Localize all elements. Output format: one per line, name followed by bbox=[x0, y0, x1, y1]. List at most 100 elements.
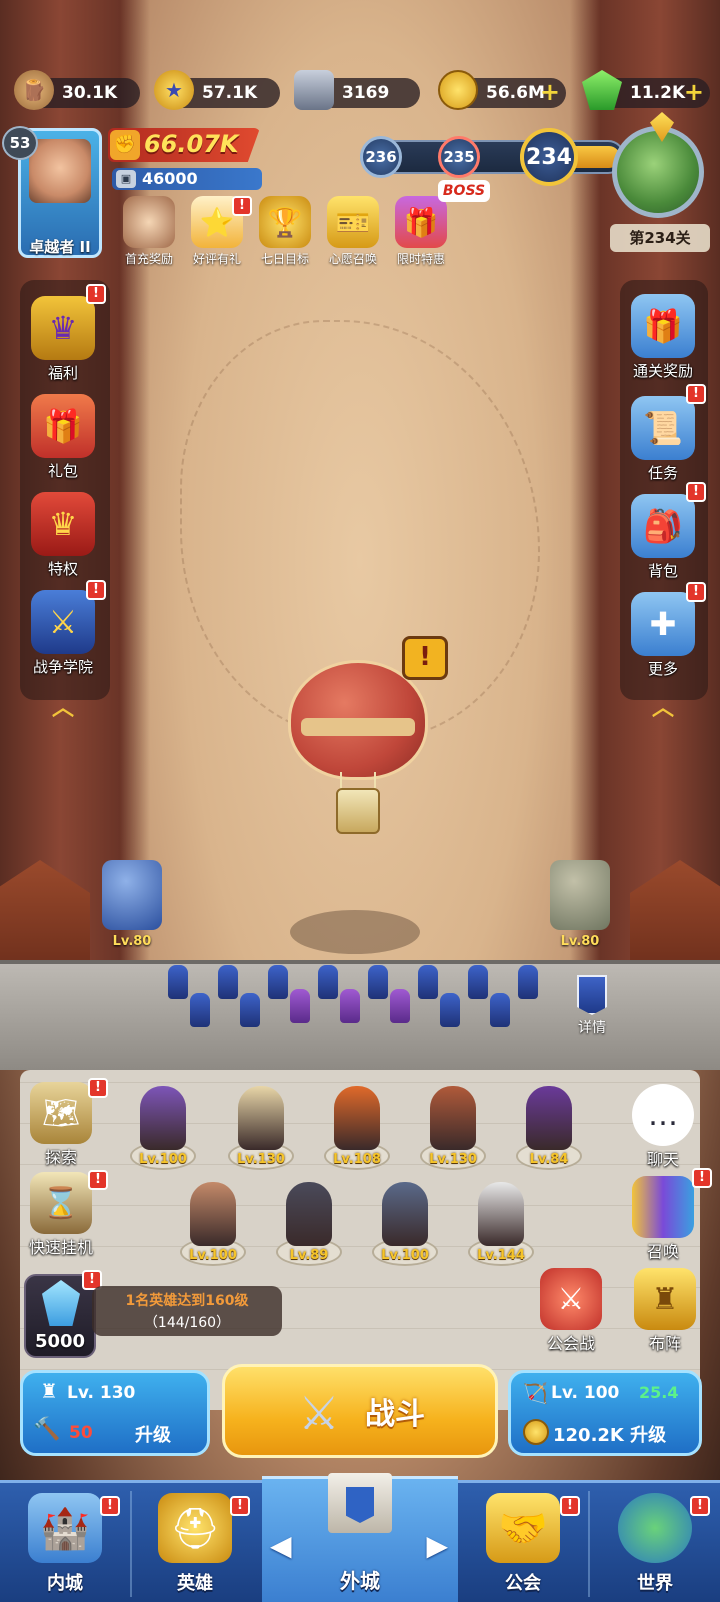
avatar bbox=[29, 139, 91, 203]
resource-gems[interactable]: 11.2K + bbox=[582, 70, 710, 110]
collapse-right-menu-icon[interactable]: ︿ bbox=[646, 698, 680, 720]
player-level-badge: 53 bbox=[2, 126, 38, 160]
menu-more[interactable]: ✚ 更多 bbox=[618, 592, 708, 679]
outer-castle-icon bbox=[320, 1453, 400, 1549]
hero-slot[interactable]: Lv.130 bbox=[418, 1086, 488, 1186]
guild-war-button[interactable]: ⚔ 公会战 bbox=[526, 1268, 616, 1354]
nav-outer-city[interactable]: ◀ ▶ 外城 bbox=[262, 1473, 458, 1602]
detail-label: 详情 bbox=[578, 1020, 606, 1036]
hero-slot[interactable]: Lv.144 bbox=[466, 1182, 536, 1282]
quick-idle-label: 快速挂机 bbox=[28, 1238, 93, 1257]
iron-amount: 3169 bbox=[342, 83, 390, 103]
collapse-left-menu-icon[interactable]: ︿ bbox=[46, 698, 80, 720]
nav-prev-icon[interactable]: ◀ bbox=[270, 1529, 292, 1562]
resource-badge[interactable]: ★ 57.1K bbox=[154, 70, 280, 110]
war-academy-icon: ⚔ bbox=[31, 590, 95, 654]
stage-node-boss: 235 bbox=[438, 136, 480, 178]
alert-dot-icon: ! bbox=[230, 1496, 250, 1516]
hero-figure-icon bbox=[190, 1182, 236, 1246]
first-recharge-icon bbox=[123, 196, 175, 248]
hero-slot[interactable]: Lv.84 bbox=[514, 1086, 584, 1186]
menu-label: 礼包 bbox=[47, 462, 78, 480]
event-wish-summon[interactable]: 🎫 心愿召唤 bbox=[320, 196, 386, 267]
chat-button[interactable]: … 聊天 bbox=[618, 1084, 708, 1170]
wood-amount: 30.1K bbox=[62, 83, 118, 103]
alert-dot-icon: ! bbox=[88, 1170, 108, 1190]
nav-label: 内城 bbox=[47, 1573, 83, 1594]
limited-offer-icon: 🎁 bbox=[395, 196, 447, 248]
menu-label: 战争学院 bbox=[32, 658, 93, 676]
quest-progress[interactable]: 1名英雄达到160级 （144/160） bbox=[92, 1286, 282, 1336]
hero-figure-icon bbox=[140, 1086, 186, 1150]
stage-node-current: 234 bbox=[520, 128, 578, 186]
menu-gift-pack[interactable]: 🎁 礼包 bbox=[18, 394, 108, 481]
hero-level: Lv.130 bbox=[237, 1152, 285, 1167]
stone-golem-icon bbox=[550, 860, 610, 930]
wish-summon-icon: 🎫 bbox=[327, 196, 379, 248]
resource-iron[interactable]: 3169 bbox=[294, 70, 420, 110]
menu-task[interactable]: 📜 任务 bbox=[618, 396, 708, 483]
chat-label: 聊天 bbox=[646, 1150, 679, 1169]
add-gold-icon[interactable]: + bbox=[540, 79, 560, 105]
soldier-icon bbox=[418, 965, 438, 999]
menu-label: 更多 bbox=[647, 660, 678, 678]
menu-war-academy[interactable]: ⚔ 战争学院 bbox=[18, 590, 108, 677]
hero-slot[interactable]: Lv.100 bbox=[128, 1086, 198, 1186]
resource-gold[interactable]: 56.6M + bbox=[438, 70, 566, 110]
nav-label: 世界 bbox=[637, 1573, 673, 1594]
hero-slot[interactable]: Lv.100 bbox=[370, 1182, 440, 1282]
soldier-icon bbox=[390, 989, 410, 1023]
turret-left-level: Lv.80 bbox=[112, 934, 152, 949]
hero-slot[interactable]: Lv.108 bbox=[322, 1086, 392, 1186]
castle-upgrade-cost: 50 bbox=[69, 1423, 93, 1443]
combat-power-value: 66.07K bbox=[144, 130, 239, 158]
alert-dot-icon: ! bbox=[232, 196, 252, 216]
combat-power[interactable]: ✊ 66.07K bbox=[108, 128, 260, 162]
nav-label: 外城 bbox=[340, 1569, 380, 1593]
add-gems-icon[interactable]: + bbox=[684, 79, 704, 105]
chat-bubble-icon: … bbox=[632, 1084, 694, 1146]
soldier-icon bbox=[368, 965, 388, 999]
detail-button[interactable]: 详情 bbox=[570, 975, 614, 1037]
world-map-globe[interactable] bbox=[612, 126, 704, 218]
hot-air-balloon[interactable] bbox=[288, 660, 428, 850]
formation-button[interactable]: ♜ 布阵 bbox=[620, 1268, 710, 1354]
event-seven-day[interactable]: 🏆 七日目标 bbox=[252, 196, 318, 267]
resource-wood[interactable]: 🪵 30.1K bbox=[14, 70, 140, 110]
hero-level: Lv.84 bbox=[529, 1152, 569, 1167]
menu-backpack[interactable]: 🎒 背包 bbox=[618, 494, 708, 581]
menu-clear-reward[interactable]: 🎁 通关奖励 bbox=[618, 294, 708, 381]
hero-slot[interactable]: Lv.100 bbox=[178, 1182, 248, 1282]
hammer-icon: 🔨 bbox=[33, 1417, 61, 1442]
soldier-icon bbox=[168, 965, 188, 999]
menu-label: 福利 bbox=[47, 364, 78, 382]
hero-slot[interactable]: Lv.130 bbox=[226, 1086, 296, 1186]
menu-label: 特权 bbox=[47, 560, 78, 578]
alert-dot-icon: ! bbox=[686, 582, 706, 602]
soldier-formation bbox=[160, 965, 560, 1045]
menu-welfare[interactable]: ♛ 福利 bbox=[18, 296, 108, 383]
stage-label: 第234关 bbox=[610, 224, 710, 252]
gems-amount: 11.2K bbox=[630, 83, 686, 103]
hero-level: Lv.130 bbox=[429, 1152, 477, 1167]
hero-level: Lv.144 bbox=[477, 1248, 525, 1263]
quest-count: （144/160） bbox=[143, 1315, 231, 1331]
nav-next-icon[interactable]: ▶ bbox=[426, 1529, 448, 1562]
balloon-alert-icon[interactable]: ! bbox=[402, 636, 448, 680]
hero-level: Lv.108 bbox=[333, 1152, 381, 1167]
more-dpad-icon: ✚ bbox=[631, 592, 695, 656]
summon-button[interactable]: 召唤 bbox=[618, 1176, 708, 1262]
turret-right[interactable]: Lv.80 bbox=[540, 860, 620, 950]
castle-upgrade-button[interactable]: ♜ Lv. 130 🔨 50 升级 bbox=[20, 1370, 210, 1456]
alert-dot-icon: ! bbox=[690, 1496, 710, 1516]
hero-figure-icon bbox=[382, 1182, 428, 1246]
hero-slot[interactable]: Lv.89 bbox=[274, 1182, 344, 1282]
event-first-recharge[interactable]: 首充奖励 bbox=[116, 196, 182, 267]
event-limited-offer[interactable]: 🎁 限时特惠 bbox=[388, 196, 454, 267]
menu-privilege[interactable]: ♛ 特权 bbox=[18, 492, 108, 579]
fight-button[interactable]: ⚔ 战斗 bbox=[222, 1364, 498, 1458]
tower-upgrade-button[interactable]: 🏹 Lv. 100 25.4 120.2K 升级 bbox=[508, 1370, 702, 1456]
gift-pack-icon: 🎁 bbox=[31, 394, 95, 458]
turret-left[interactable]: Lv.80 bbox=[92, 860, 172, 950]
hero-figure-icon bbox=[238, 1086, 284, 1150]
